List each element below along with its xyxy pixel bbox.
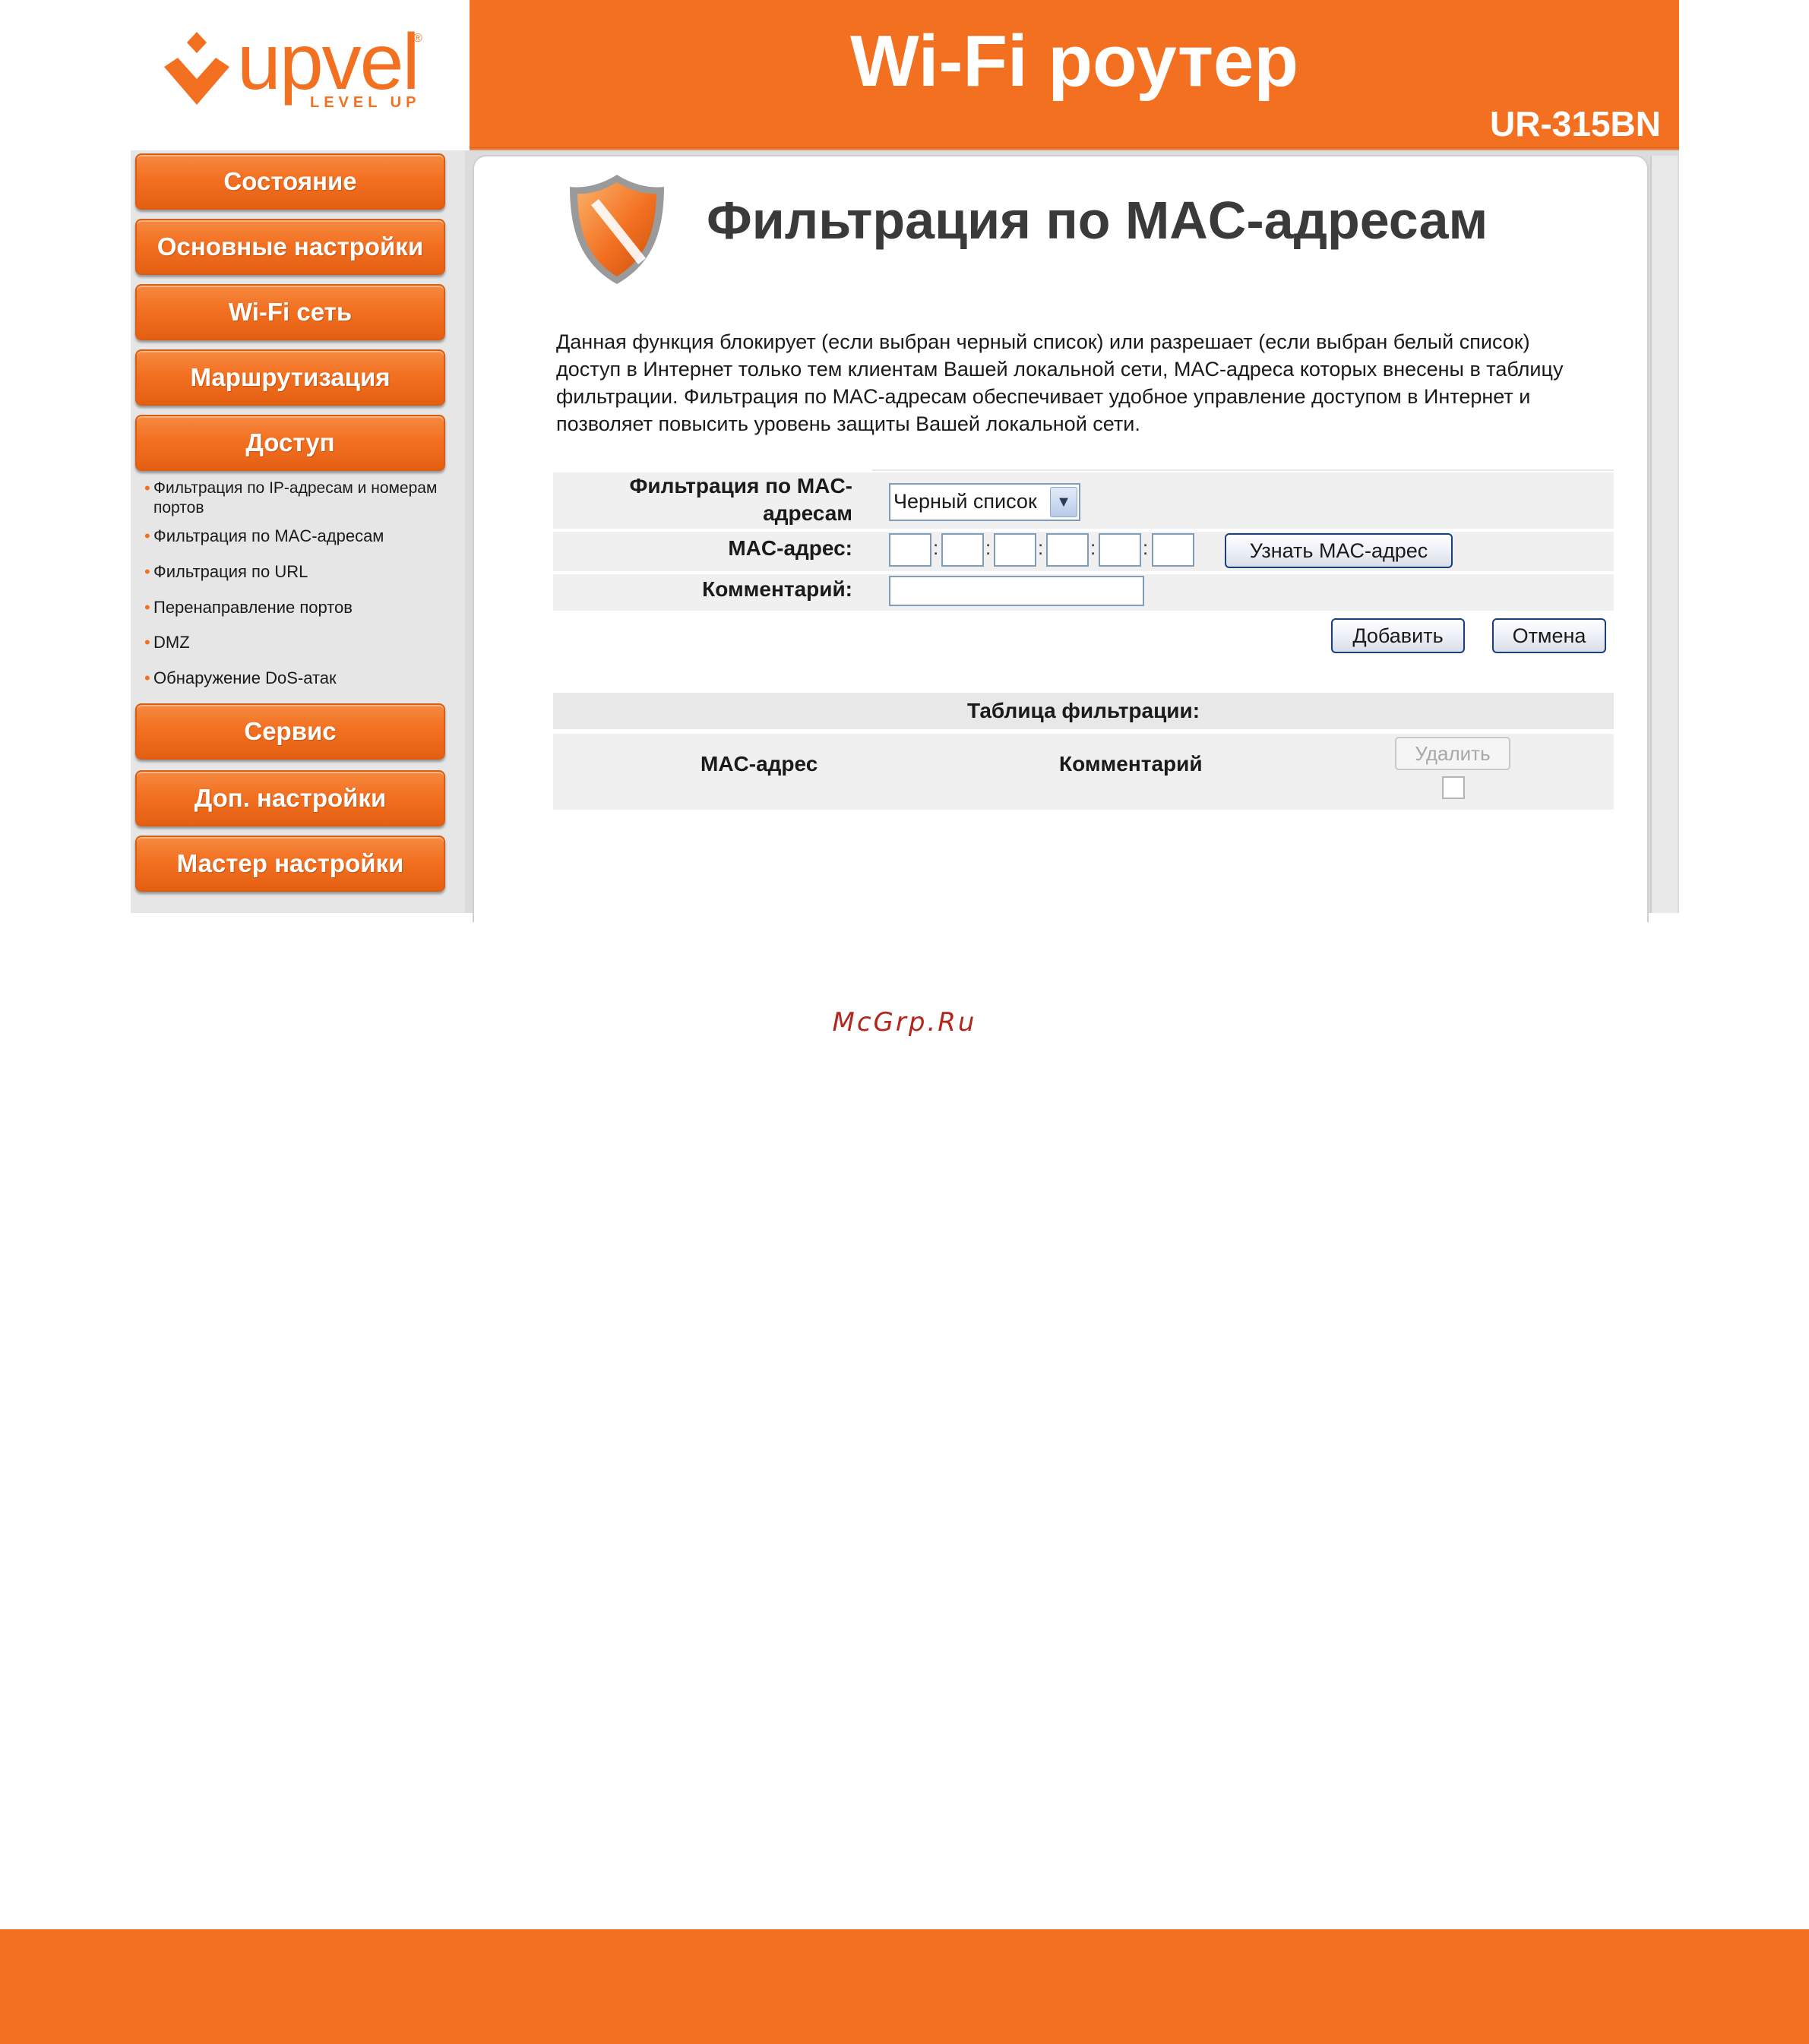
mac-separator: : — [1038, 536, 1044, 559]
mac-separator: : — [1090, 536, 1096, 559]
comment-label: Комментарий: — [702, 577, 852, 601]
upvel-logo-icon — [164, 32, 229, 105]
nav-advanced-settings[interactable]: Доп. настройки — [135, 770, 445, 826]
nav-access[interactable]: Доступ — [135, 415, 445, 471]
watermark: McGrp.Ru — [832, 1007, 977, 1038]
mac-octet-5-input[interactable] — [1099, 533, 1141, 567]
page-title: Фильтрация по MAC-адресам — [707, 191, 1488, 250]
select-all-checkbox[interactable] — [1442, 776, 1465, 799]
mac-octet-4-input[interactable] — [1046, 533, 1089, 567]
submenu-mac-filter[interactable]: Фильтрация по MAC-адресам — [144, 526, 457, 546]
sidebar: Состояние Основные настройки Wi-Fi сеть … — [131, 150, 465, 913]
page-description: Данная функция блокирует (если выбран че… — [556, 330, 1564, 435]
delete-button[interactable]: Удалить — [1395, 737, 1510, 770]
submenu-port-forwarding[interactable]: Перенаправление портов — [144, 597, 457, 618]
mode-label-line1: Фильтрация по MAC- — [629, 474, 852, 498]
logo-tagline: LEVEL UP — [310, 94, 421, 111]
submenu-ip-filter[interactable]: Фильтрация по IP-адресам и номерам порто… — [144, 479, 457, 518]
nav-setup-wizard[interactable]: Мастер настройки — [135, 836, 445, 892]
mac-octet-3-input[interactable] — [994, 533, 1036, 567]
mac-separator: : — [985, 536, 991, 559]
nav-basic-settings[interactable]: Основные настройки — [135, 219, 445, 275]
header-model: UR-315BN — [1490, 104, 1661, 144]
chevron-down-icon[interactable]: ▼ — [1050, 487, 1077, 517]
mac-separator: : — [933, 536, 939, 559]
logo-registered-mark: ® — [413, 32, 422, 45]
submenu-dmz[interactable]: DMZ — [144, 632, 457, 652]
mode-label: Фильтрация по MAC- адресам — [579, 472, 852, 527]
logo-wordmark: upvel — [237, 18, 420, 106]
mac-separator: : — [1143, 536, 1149, 559]
nav-routing[interactable]: Маршрутизация — [135, 349, 445, 406]
header-banner: Wi-Fi роутер UR-315BN — [470, 0, 1679, 150]
filter-mode-select[interactable]: Черный список ▼ — [889, 483, 1080, 521]
mac-octet-6-input[interactable] — [1152, 533, 1194, 567]
submenu-dos-detection[interactable]: Обнаружение DoS-атак — [144, 668, 457, 688]
column-comment: Комментарий — [1059, 752, 1203, 776]
right-scroll-track — [1650, 156, 1678, 913]
mac-label: MAC-адрес: — [728, 536, 852, 560]
add-button[interactable]: Добавить — [1331, 618, 1465, 653]
column-mac-address: MAC-адрес — [701, 752, 818, 776]
filter-table-title: Таблица фильтрации: — [553, 693, 1614, 729]
shield-icon — [570, 175, 664, 284]
row-separator — [872, 469, 1614, 471]
filter-mode-value: Черный список — [893, 490, 1037, 513]
mac-octet-2-input[interactable] — [941, 533, 984, 567]
footer-bar — [0, 1929, 1809, 2044]
mac-octet-1-input[interactable] — [889, 533, 931, 567]
mode-label-line2: адресам — [763, 501, 852, 525]
nav-status[interactable]: Состояние — [135, 153, 445, 210]
comment-input[interactable] — [889, 576, 1144, 606]
logo: upvel ® LEVEL UP — [131, 0, 470, 152]
nav-service[interactable]: Сервис — [135, 703, 445, 760]
cancel-button[interactable]: Отмена — [1492, 618, 1606, 653]
header-title: Wi-Fi роутер — [849, 21, 1298, 102]
submenu-url-filter[interactable]: Фильтрация по URL — [144, 561, 457, 582]
get-mac-button[interactable]: Узнать MAC-адрес — [1225, 533, 1453, 568]
nav-wifi[interactable]: Wi-Fi сеть — [135, 284, 445, 340]
